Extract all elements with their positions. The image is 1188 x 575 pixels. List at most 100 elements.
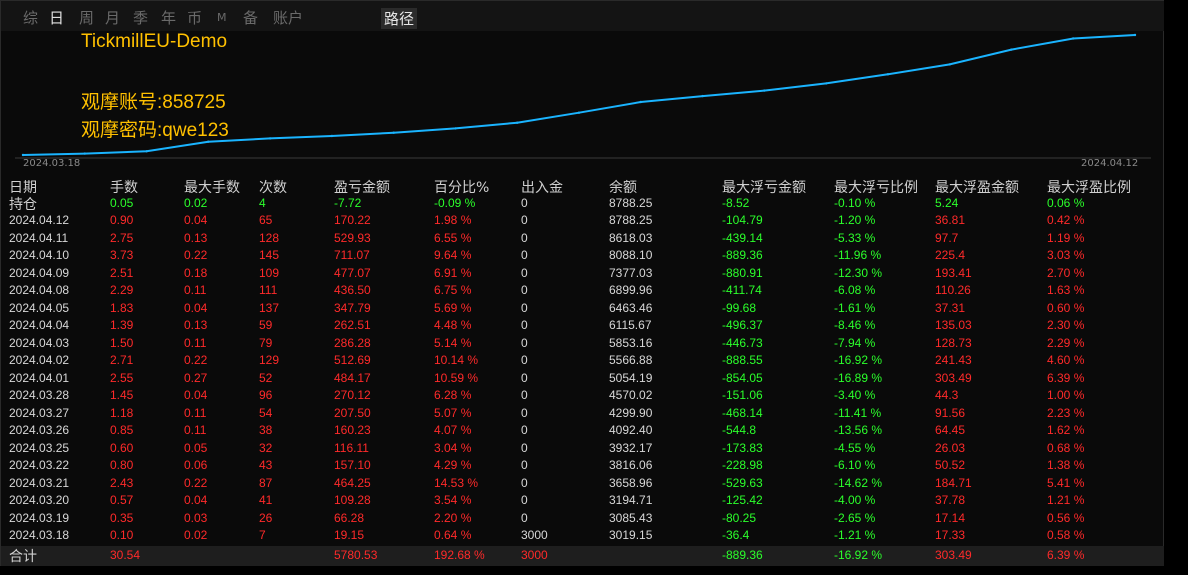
- table-header: 日期 手数 最大手数 次数 盈亏金额 百分比% 出入金 余额 最大浮亏金额 最大浮亏比例 最大浮盈金…: [1, 177, 1165, 197]
- table-row[interactable]: 2024.04.01 2.55 0.27 52 484.17 10.59 % 0 5054.1…: [1, 370, 1165, 387]
- side-scroll-area[interactable]: [1164, 0, 1188, 575]
- table-row[interactable]: 2024.03.28 1.45 0.04 96 270.12 6.28 % 0 4570.02…: [1, 387, 1165, 404]
- column-header[interactable]: 手数: [110, 177, 138, 197]
- column-header[interactable]: 盈亏金额: [334, 177, 390, 197]
- column-header[interactable]: 次数: [259, 177, 287, 197]
- table-cell: 0.57: [110, 493, 134, 507]
- balance-point: [639, 100, 642, 104]
- table-row[interactable]: 2024.03.26 0.85 0.11 38 160.23 4.07 % 0 4092.40…: [1, 422, 1165, 439]
- balance-point: [330, 134, 334, 138]
- table-row[interactable]: 2024.04.09 2.51 0.18 109 477.07 6.91 % 0 7377.0…: [1, 265, 1165, 282]
- table-cell: 8788.25: [609, 213, 653, 227]
- table-cell: -889.36: [722, 248, 763, 262]
- table-row[interactable]: 2024.04.05 1.83 0.04 137 347.79 5.69 % 0 6463.4…: [1, 300, 1165, 317]
- table-cell: 87: [259, 475, 273, 490]
- tab-2[interactable]: 周: [79, 7, 94, 28]
- tab-3[interactable]: 月: [105, 7, 120, 28]
- column-header[interactable]: 最大浮亏比例: [834, 177, 918, 197]
- table-row[interactable]: 2024.03.19 0.35 0.03 26 66.28 2.20 % 0 3085.43 -…: [1, 510, 1165, 527]
- table-row[interactable]: 2024.03.18 0.10 0.02 7 19.15 0.64 % 3000 3019.1…: [1, 527, 1165, 544]
- table-cell: -7.94 %: [834, 335, 876, 350]
- table-cell: 6463.46: [609, 300, 653, 315]
- table-cell: 0.18: [184, 265, 208, 280]
- table-cell: 2024.03.21: [9, 475, 70, 490]
- table-cell: 2.55: [110, 370, 134, 385]
- table-cell: 0: [521, 300, 528, 315]
- table-row[interactable]: 2024.04.08 2.29 0.11 111 436.50 6.75 % 0 6899.9…: [1, 282, 1165, 299]
- table-cell: 137: [259, 300, 280, 315]
- table-cell: 1.62 %: [1047, 423, 1085, 437]
- table-row[interactable]: 2024.04.11 2.75 0.13 128 529.93 6.55 % 0 8618.0…: [1, 230, 1165, 247]
- table-row[interactable]: 2024.03.21 2.43 0.22 87 464.25 14.53 % 0 3658.9…: [1, 475, 1165, 492]
- tab-1[interactable]: 日: [49, 7, 64, 28]
- table-row[interactable]: 2024.04.03 1.50 0.11 79 286.28 5.14 % 0 5853.16…: [1, 335, 1165, 352]
- balance-point: [83, 152, 87, 155]
- table-cell: 3.04 %: [434, 440, 472, 455]
- column-header[interactable]: 余额: [609, 177, 637, 197]
- table-cell: 3932.17: [609, 440, 653, 455]
- table-cell: 111: [259, 283, 278, 297]
- table-cell: 0: [521, 318, 528, 332]
- tab-10[interactable]: 路径: [381, 8, 418, 29]
- table-row[interactable]: 2024.03.22 0.80 0.06 43 157.10 4.29 % 0 3816.06…: [1, 457, 1165, 474]
- table-cell: -2.65 %: [834, 510, 876, 525]
- table-row[interactable]: 2024.04.10 3.73 0.22 145 711.07 9.64 % 0 8088.1…: [1, 247, 1165, 264]
- table-cell: 0: [521, 370, 528, 385]
- table-cell: 4092.40: [609, 423, 653, 437]
- table-cell: 0.06: [184, 458, 208, 472]
- table-cell: 17.33: [935, 528, 966, 542]
- table-cell: 持仓: [9, 197, 37, 213]
- tab-0[interactable]: 综: [23, 7, 38, 28]
- table-cell: 0.03: [184, 510, 208, 525]
- column-header[interactable]: 最大浮盈金额: [935, 177, 1019, 197]
- table-cell: 97.7: [935, 230, 959, 245]
- table-cell: 6.28 %: [434, 388, 472, 402]
- table-cell: 0.02: [184, 528, 208, 542]
- tab-8[interactable]: 备: [243, 7, 258, 28]
- table-cell: 4.48 %: [434, 318, 472, 332]
- table-cell: 0.80: [110, 458, 134, 472]
- table-cell: 0.13: [184, 230, 208, 245]
- table-cell: 1.38 %: [1047, 458, 1085, 472]
- tab-9[interactable]: 账户: [273, 7, 303, 28]
- column-header[interactable]: 最大手数: [184, 177, 240, 197]
- table-row[interactable]: 2024.03.20 0.57 0.04 41 109.28 3.54 % 0 3194.71…: [1, 492, 1165, 509]
- table-cell: -544.8: [722, 423, 757, 437]
- table-cell: 129: [259, 353, 280, 367]
- column-header[interactable]: 最大浮盈比例: [1047, 177, 1131, 197]
- table-cell: 2.20 %: [434, 510, 472, 525]
- table-cell: 2024.03.28: [9, 388, 70, 402]
- table-cell: 2024.04.03: [9, 335, 70, 350]
- table-cell: 2024.03.26: [9, 423, 70, 437]
- table-row[interactable]: 2024.04.04 1.39 0.13 59 262.51 4.48 % 0 6115.67…: [1, 317, 1165, 334]
- table-cell: -16.92 %: [834, 548, 883, 562]
- table-cell: 6.39 %: [1047, 370, 1085, 385]
- table-cell: 160.23: [334, 423, 371, 437]
- column-header[interactable]: 百分比%: [434, 177, 489, 197]
- table-cell: 193.41: [935, 265, 972, 280]
- table-cell: 32: [259, 440, 273, 455]
- tab-4[interactable]: 季: [133, 7, 148, 28]
- tab-5[interactable]: 年: [161, 7, 176, 28]
- column-header[interactable]: 出入金: [521, 177, 563, 197]
- tab-6[interactable]: 币: [187, 7, 202, 28]
- table-row[interactable]: 2024.04.02 2.71 0.22 129 512.69 10.14 % 0 5566.…: [1, 352, 1165, 369]
- balance-point: [1010, 48, 1013, 51]
- table-cell: 0.58 %: [1047, 528, 1085, 542]
- tab-7[interactable]: M: [217, 11, 227, 24]
- table-cell: -854.05: [722, 370, 763, 385]
- table-cell: -99.68: [722, 300, 757, 315]
- table-cell: 0.10: [110, 528, 134, 542]
- account-report-panel: 综日周月季年币 M 备账户 路径 TickmillEU-Demo 观摩账号:85872…: [0, 0, 1165, 566]
- table-row[interactable]: 2024.03.27 1.18 0.11 54 207.50 5.07 % 0 4299.90…: [1, 405, 1165, 422]
- table-row[interactable]: 2024.03.25 0.60 0.05 32 116.11 3.04 % 0 3932.17…: [1, 440, 1165, 457]
- table-row[interactable]: 2024.04.12 0.90 0.04 65 170.22 1.98 % 0 8788.25…: [1, 212, 1165, 229]
- table-cell: 4299.90: [609, 405, 653, 420]
- table-cell: 0: [521, 230, 528, 245]
- table-cell: 110.26: [935, 283, 971, 297]
- column-header[interactable]: 最大浮亏金额: [722, 177, 806, 197]
- table-cell: 7377.03: [609, 265, 653, 280]
- table-cell: -446.73: [722, 335, 763, 350]
- table-cell: -125.42: [722, 493, 763, 507]
- table-cell: 4.60 %: [1047, 353, 1085, 367]
